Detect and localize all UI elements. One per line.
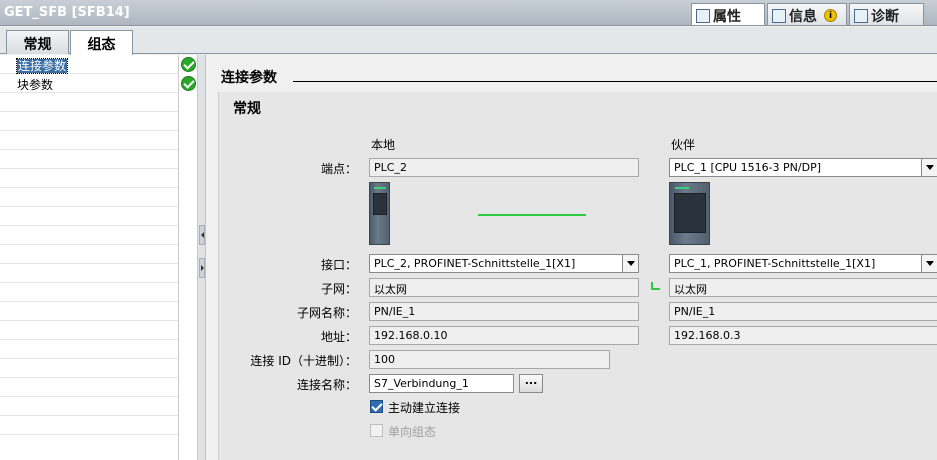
subnet-label: 子网： bbox=[320, 282, 357, 296]
nav-status-column bbox=[178, 55, 198, 460]
connection-name-label: 连接名称： bbox=[296, 378, 357, 392]
diagnostics-icon bbox=[854, 8, 868, 23]
status-led bbox=[675, 187, 689, 189]
connection-link-line bbox=[478, 214, 586, 216]
content-panel: 连接参数 常规 本地 伙伴 端点： PLC_2 PLC_1 [CPU 1516-… bbox=[207, 55, 937, 460]
nav-empty-row bbox=[0, 207, 178, 226]
connection-name-input[interactable]: S7_Verbindung_1 bbox=[369, 374, 514, 393]
local-interface-value: PLC_2, PROFINET-Schnittstelle_1[X1] bbox=[374, 257, 576, 270]
nav-empty-row bbox=[0, 283, 178, 302]
tab-info-label: 信息 bbox=[789, 8, 817, 25]
local-subnet-name-field: PN/IE_1 bbox=[369, 302, 639, 321]
local-header: 本地 bbox=[371, 138, 396, 152]
properties-icon bbox=[696, 8, 710, 23]
window-title: GET_SFB [SFB14] bbox=[4, 5, 130, 20]
nav-empty-row bbox=[0, 245, 178, 264]
nav-empty-row bbox=[0, 131, 178, 150]
nav-empty-row bbox=[0, 378, 178, 397]
one-way-label: 单向组态 bbox=[388, 425, 437, 439]
nav-empty-row bbox=[0, 169, 178, 188]
inspector-title-bar: GET_SFB [SFB14] 属性 信息 i 诊断 bbox=[0, 0, 937, 26]
status-led bbox=[374, 187, 386, 189]
partner-subnet-field: 以太网 bbox=[669, 278, 937, 297]
local-subnet-field: 以太网 bbox=[369, 278, 639, 297]
nav-empty-row bbox=[0, 340, 178, 359]
expand-right-icon[interactable] bbox=[199, 258, 205, 278]
info-badge-icon: i bbox=[824, 9, 837, 22]
local-endpoint-field: PLC_2 bbox=[369, 158, 639, 177]
nav-empty-row bbox=[0, 321, 178, 340]
nav-empty-row bbox=[0, 264, 178, 283]
nav-empty-row bbox=[0, 93, 178, 112]
device-display bbox=[373, 193, 387, 215]
nav-empty-row bbox=[0, 416, 178, 435]
collapse-left-icon[interactable] bbox=[199, 225, 205, 245]
status-ok-icon bbox=[181, 76, 196, 91]
nav-tree: 连接参数 块参数 bbox=[0, 55, 178, 460]
local-address-field: 192.168.0.10 bbox=[369, 326, 639, 345]
active-connection-checkbox[interactable] bbox=[370, 400, 383, 413]
chevron-down-icon[interactable] bbox=[921, 255, 937, 272]
chevron-down-icon[interactable] bbox=[921, 159, 937, 176]
address-label: 地址： bbox=[320, 330, 357, 344]
tab-properties[interactable]: 属性 bbox=[691, 3, 765, 25]
endpoint-label: 端点： bbox=[320, 162, 357, 176]
nav-empty-row bbox=[0, 302, 178, 321]
partner-endpoint-select[interactable]: PLC_1 [CPU 1516-3 PN/DP] bbox=[669, 158, 937, 177]
sub-tab-bar: 常规 组态 bbox=[0, 27, 937, 55]
tab-general[interactable]: 常规 bbox=[6, 30, 69, 54]
tab-configuration[interactable]: 组态 bbox=[70, 30, 133, 55]
device-display bbox=[674, 193, 706, 233]
active-connection-label: 主动建立连接 bbox=[388, 401, 461, 415]
connection-id-field: 100 bbox=[369, 350, 610, 369]
nav-item-label: 块参数 bbox=[17, 78, 54, 92]
nav-empty-row bbox=[0, 150, 178, 169]
subnet-name-label: 子网名称： bbox=[296, 306, 357, 320]
chevron-down-icon[interactable] bbox=[622, 255, 638, 272]
partner-address-field: 192.168.0.3 bbox=[669, 326, 937, 345]
interface-label: 接口： bbox=[320, 258, 357, 272]
nav-empty-row bbox=[0, 397, 178, 416]
group-title: 常规 bbox=[233, 101, 261, 117]
section-divider bbox=[293, 81, 937, 82]
partner-interface-value: PLC_1, PROFINET-Schnittstelle_1[X1] bbox=[674, 257, 876, 270]
partner-subnet-name-field: PN/IE_1 bbox=[669, 302, 937, 321]
tab-properties-label: 属性 bbox=[713, 8, 741, 25]
connection-id-label: 连接 ID（十进制）： bbox=[250, 354, 357, 368]
partner-header: 伙伴 bbox=[671, 138, 696, 152]
network-link-icon bbox=[651, 282, 661, 292]
tab-diagnostics-label: 诊断 bbox=[871, 8, 899, 25]
panel-splitter[interactable] bbox=[198, 55, 206, 460]
general-group: 常规 本地 伙伴 端点： PLC_2 PLC_1 [CPU 1516-3 PN/… bbox=[218, 92, 937, 460]
tab-info[interactable]: 信息 i bbox=[767, 3, 847, 25]
nav-empty-row bbox=[0, 188, 178, 207]
section-title: 连接参数 bbox=[221, 70, 277, 86]
nav-empty-row bbox=[0, 226, 178, 245]
nav-item-block-params[interactable]: 块参数 bbox=[0, 74, 178, 93]
local-plc-device-image bbox=[369, 182, 390, 245]
nav-item-label: 连接参数 bbox=[15, 58, 69, 74]
partner-endpoint-value: PLC_1 [CPU 1516-3 PN/DP] bbox=[674, 161, 822, 174]
one-way-checkbox[interactable] bbox=[370, 424, 383, 437]
info-icon bbox=[772, 8, 786, 23]
partner-plc-device-image bbox=[669, 182, 710, 245]
partner-interface-select[interactable]: PLC_1, PROFINET-Schnittstelle_1[X1] bbox=[669, 254, 937, 273]
nav-empty-row bbox=[0, 112, 178, 131]
local-interface-select[interactable]: PLC_2, PROFINET-Schnittstelle_1[X1] bbox=[369, 254, 639, 273]
status-ok-icon bbox=[181, 57, 196, 72]
browse-button[interactable]: ... bbox=[519, 374, 543, 393]
nav-item-connection-params[interactable]: 连接参数 bbox=[0, 55, 178, 74]
nav-empty-row bbox=[0, 359, 178, 378]
tab-diagnostics[interactable]: 诊断 bbox=[849, 3, 924, 25]
